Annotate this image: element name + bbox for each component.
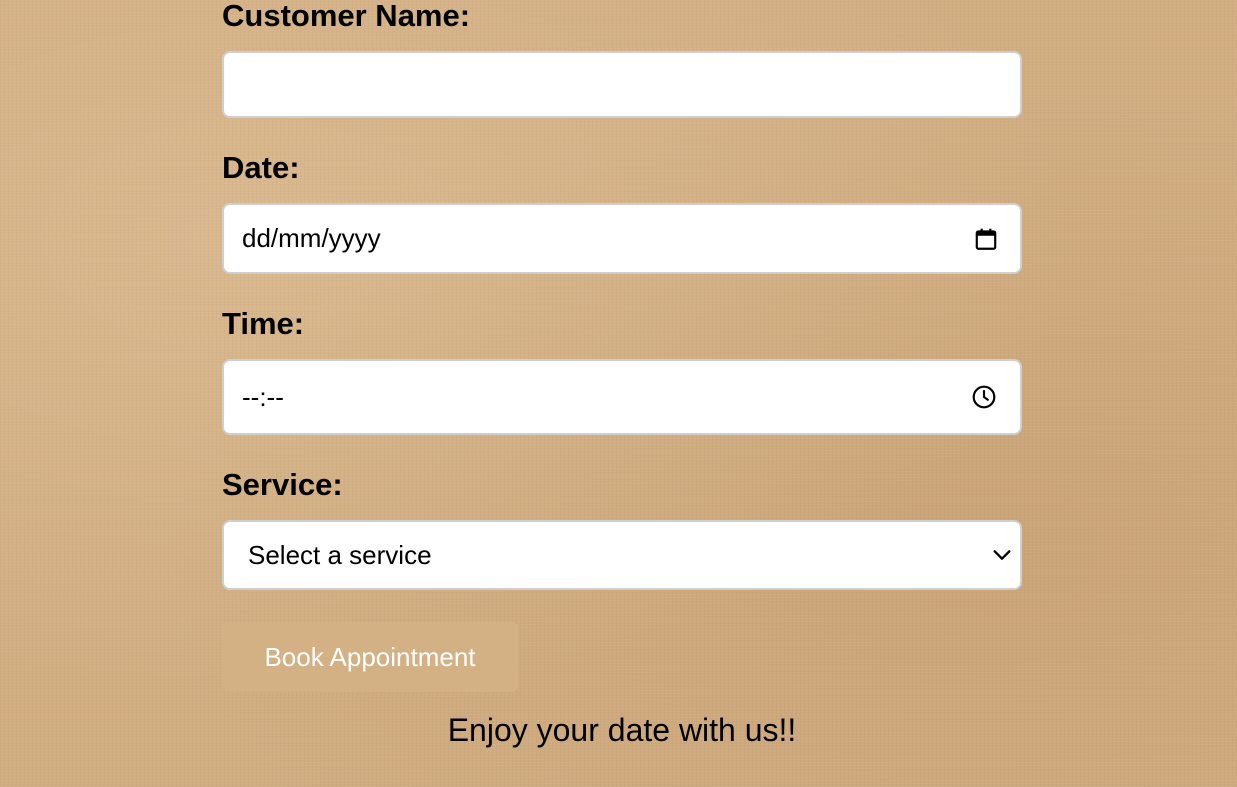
time-input[interactable]: --:-- <box>222 359 1022 435</box>
time-placeholder: --:-- <box>242 381 284 412</box>
service-selected-value: Select a service <box>248 539 432 570</box>
date-placeholder: dd/mm/yyyy <box>242 223 381 253</box>
time-label: Time: <box>222 306 305 341</box>
service-select[interactable]: Select a service <box>222 520 1022 590</box>
clock-icon[interactable] <box>970 383 998 411</box>
service-label: Service: <box>222 467 343 502</box>
book-appointment-button[interactable]: Book Appointment <box>222 622 518 692</box>
chevron-down-icon <box>988 541 1016 569</box>
customer-name-label: Customer Name: <box>222 0 471 33</box>
tagline-text: Enjoy your date with us!! <box>447 712 797 748</box>
date-input[interactable]: dd/mm/yyyy <box>222 203 1022 274</box>
calendar-icon[interactable] <box>972 225 1000 253</box>
customer-name-input[interactable] <box>222 51 1022 118</box>
date-label: Date: <box>222 150 300 185</box>
